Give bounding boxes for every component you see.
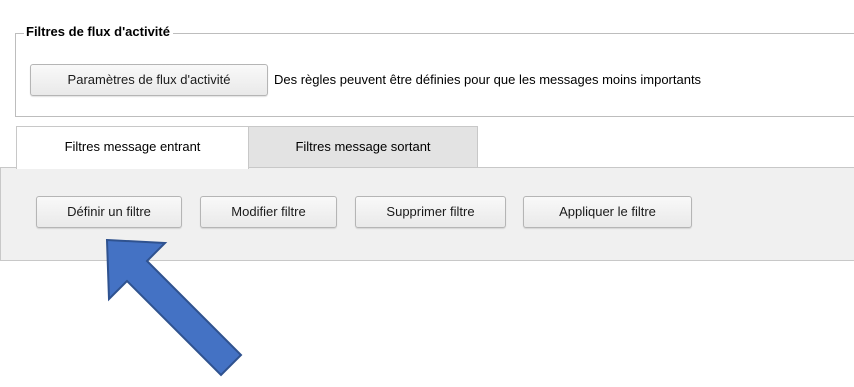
activity-settings-button[interactable]: Paramètres de flux d'activité [30,64,268,96]
delete-filter-button[interactable]: Supprimer filtre [355,196,506,228]
apply-filter-button[interactable]: Appliquer le filtre [523,196,692,228]
filter-settings-page: Filtres de flux d'activité Paramètres de… [0,0,854,387]
activity-filters-description: Des règles peuvent être définies pour qu… [274,72,702,87]
activity-filters-title: Filtres de flux d'activité [24,23,173,41]
tab-incoming-filters[interactable]: Filtres message entrant [16,126,249,169]
define-filter-button[interactable]: Définir un filtre [36,196,182,228]
tab-outgoing-filters[interactable]: Filtres message sortant [249,126,478,168]
modify-filter-button[interactable]: Modifier filtre [200,196,337,228]
